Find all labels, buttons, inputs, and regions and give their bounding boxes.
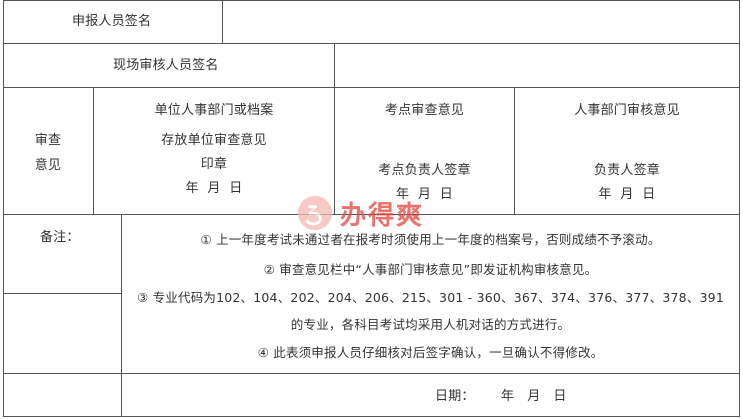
remark-item-2: ② 审查意见栏中“人事部门审核意见”即发证机构审核意见。 — [263, 262, 598, 277]
row-divider — [3, 43, 740, 44]
remark-item-3: ③ 专业代码为102、104、202、204、206、215、301 - 360… — [137, 290, 724, 305]
reviewer-signature-label: 现场审核人员签名 — [113, 58, 219, 73]
hr-signer-label: 负责人签章 — [593, 163, 660, 178]
hr-date: 年 月 日 — [598, 187, 656, 202]
unit-opinion-line2: 存放单位审查意见 — [161, 133, 267, 148]
exam-site-opinion-title: 考点审查意见 — [384, 103, 465, 118]
date-fields[interactable]: 年 月 日 — [501, 389, 567, 405]
unit-opinion-seal: 印章 — [200, 157, 228, 172]
remark-item-4: ④ 此表须申报人员仔细核对后签字确认，一旦确认不得修改。 — [257, 345, 604, 360]
remark-item-3-continued: 的专业，各科目考试均采用人机对话的方式进行。 — [290, 317, 571, 332]
applicant-signature-field[interactable] — [224, 1, 738, 43]
hr-opinion-title: 人事部门审核意见 — [574, 103, 680, 118]
table-border-left — [3, 0, 4, 417]
row-divider — [3, 293, 121, 294]
remarks-label: 备注： — [40, 230, 80, 245]
table-border-bottom — [3, 416, 740, 417]
col-divider — [222, 0, 223, 44]
table-border-right — [739, 0, 740, 417]
review-form: 申报人员签名 现场审核人员签名 审查 意见 单位人事部门或档案 存放单位审查意见… — [0, 0, 743, 419]
exam-site-signer-label: 考点负责人签章 — [378, 163, 471, 178]
brand-logo-icon — [297, 195, 333, 231]
unit-opinion-line1: 单位人事部门或档案 — [154, 103, 274, 118]
brand-watermark-text: 办得爽 — [340, 200, 425, 231]
reviewer-signature-field[interactable] — [336, 45, 738, 87]
row-divider — [3, 87, 740, 88]
row-divider — [3, 373, 740, 374]
review-opinion-label-line1: 审查 — [34, 133, 62, 148]
review-opinion-label-line2: 意见 — [34, 158, 62, 173]
applicant-signature-label: 申报人员签名 — [72, 14, 152, 29]
date-label: 日期： — [435, 389, 475, 404]
brand-watermark: 办得爽 — [296, 190, 438, 236]
